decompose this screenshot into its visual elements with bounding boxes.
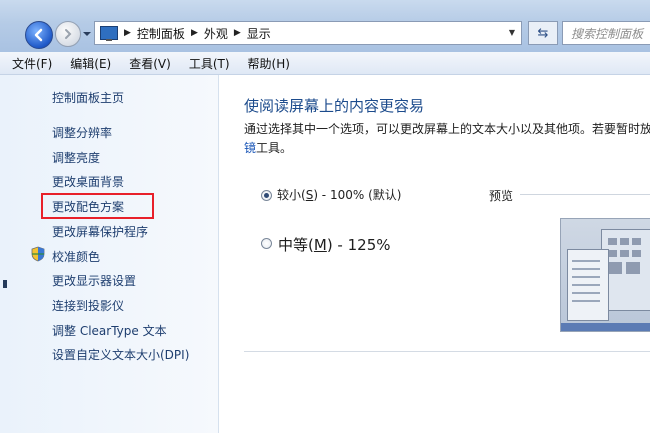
page-title: 使阅读屏幕上的内容更容易 <box>244 97 425 115</box>
menu-bar: 文件(F) 编辑(E) 查看(V) 工具(T) 帮助(H) <box>0 52 650 75</box>
sidebar-home-link[interactable]: 控制面板主页 <box>52 89 124 106</box>
chevron-right-icon[interactable]: ▶ <box>191 28 198 38</box>
menu-help[interactable]: 帮助(H) <box>248 55 290 72</box>
radio-medium[interactable] <box>261 238 272 249</box>
preview-divider <box>520 194 650 195</box>
sidebar-item-resolution[interactable]: 调整分辨率 <box>52 124 112 141</box>
breadcrumb-control-panel[interactable]: 控制面板 <box>137 25 185 42</box>
preview-window-front <box>567 249 609 321</box>
sidebar-item-projector[interactable]: 连接到投影仪 <box>52 297 124 314</box>
search-input[interactable]: 搜索控制面板 <box>562 21 650 45</box>
sidebar: 控制面板主页 调整分辨率 调整亮度 更改桌面背景 更改配色方案 更改屏幕保护程序… <box>0 75 219 433</box>
breadcrumb-display[interactable]: 显示 <box>247 25 271 42</box>
chevron-right-icon[interactable]: ▶ <box>124 28 131 38</box>
chevron-right-icon[interactable]: ▶ <box>234 28 241 38</box>
radio-smaller[interactable] <box>261 190 272 201</box>
shield-icon <box>31 246 45 262</box>
sidebar-item-custom-dpi[interactable]: 设置自定义文本大小(DPI) <box>52 346 189 363</box>
refresh-button[interactable]: ⇆ <box>528 21 558 45</box>
menu-file[interactable]: 文件(F) <box>12 55 52 72</box>
address-dropdown-icon[interactable]: ▼ <box>509 28 515 37</box>
menu-tools[interactable]: 工具(T) <box>189 55 230 72</box>
preview-label: 预览 <box>489 189 514 203</box>
recent-pages-dropdown-icon[interactable] <box>82 29 92 39</box>
preview-taskbar <box>561 323 650 331</box>
sidebar-item-brightness[interactable]: 调整亮度 <box>52 149 100 166</box>
highlight-box <box>41 193 154 219</box>
page-description-line2: 镜工具。 <box>244 139 292 156</box>
sidebar-item-display-settings[interactable]: 更改显示器设置 <box>52 272 136 289</box>
page-description: 通过选择其中一个选项，可以更改屏幕上的文本大小以及其他项。若要暂时放大 <box>244 122 650 136</box>
control-panel-icon <box>100 26 118 41</box>
refresh-icon: ⇆ <box>537 25 549 41</box>
magnifier-link[interactable]: 镜 <box>244 141 256 155</box>
menu-view[interactable]: 查看(V) <box>129 55 171 72</box>
breadcrumb-appearance[interactable]: 外观 <box>204 25 228 42</box>
option-smaller-label[interactable]: 较小(S) - 100% (默认) <box>277 186 401 203</box>
option-medium-label[interactable]: 中等(M) - 125% <box>278 234 391 255</box>
forward-button[interactable] <box>55 21 81 47</box>
sidebar-item-calibrate-color[interactable]: 校准颜色 <box>52 248 100 265</box>
back-arrow-icon <box>34 28 43 42</box>
back-button[interactable] <box>25 21 53 49</box>
address-bar[interactable]: ▶ 控制面板 ▶ 外观 ▶ 显示 ▼ <box>94 21 522 45</box>
search-placeholder: 搜索控制面板 <box>571 26 644 41</box>
description-line2-rest: 工具。 <box>256 141 293 155</box>
sidebar-item-screensaver[interactable]: 更改屏幕保护程序 <box>52 223 148 240</box>
forward-arrow-icon <box>65 29 72 39</box>
sidebar-item-cleartype[interactable]: 调整 ClearType 文本 <box>52 322 167 339</box>
window-edge-marker <box>3 280 7 288</box>
content-divider <box>244 351 650 352</box>
sidebar-item-desktop-background[interactable]: 更改桌面背景 <box>52 173 124 190</box>
title-bar: ▶ 控制面板 ▶ 外观 ▶ 显示 ▼ ⇆ 搜索控制面板 <box>0 0 650 53</box>
menu-edit[interactable]: 编辑(E) <box>70 55 111 72</box>
preview-image <box>560 218 650 332</box>
